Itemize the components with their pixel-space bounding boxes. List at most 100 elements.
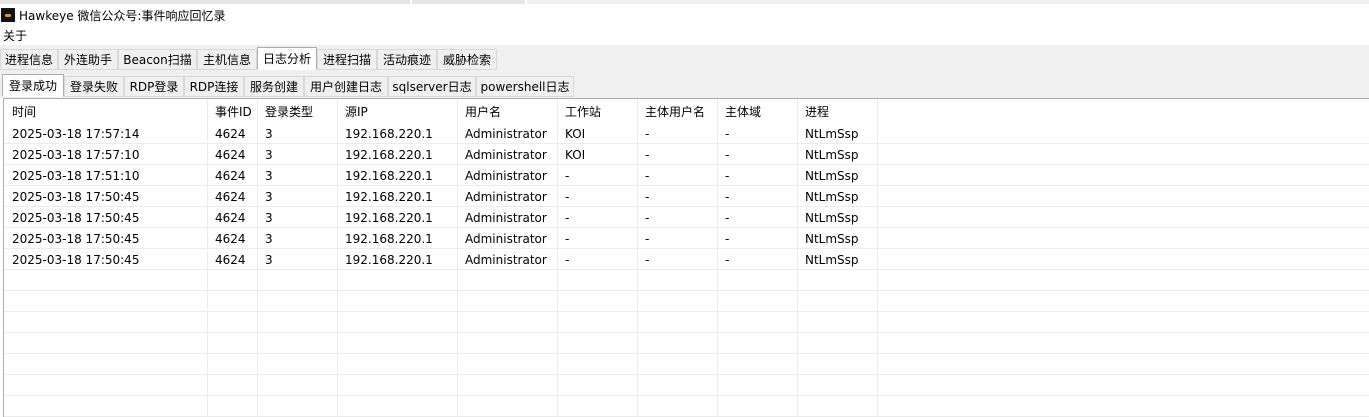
table-cell: - xyxy=(645,148,650,162)
table-cell: - xyxy=(725,253,730,267)
main-tab-6[interactable]: 活动痕迹 xyxy=(377,49,437,70)
table-cell: 4624 xyxy=(215,127,246,141)
table-cell: KOI xyxy=(565,127,586,141)
table-cell: 2025-03-18 17:57:10 xyxy=(12,148,140,162)
main-tab-1[interactable]: 外连助手 xyxy=(58,49,118,70)
sub-tab-bar: 登录成功 登录失败 RDP登录 RDP连接 服务创建 用户创建日志 sqlserver日志 p… xyxy=(0,72,1369,98)
row-gridline xyxy=(4,374,1369,375)
event-log-table[interactable]: 时间 事件ID 登录类型 源IP 用户名 工作站 主体用户名 主体域 进程 2025-03-18 … xyxy=(3,98,1369,417)
table-cell: - xyxy=(565,190,570,204)
table-cell: - xyxy=(725,148,730,162)
table-cell: 3 xyxy=(265,211,273,225)
row-gridline xyxy=(4,353,1369,354)
column-header[interactable]: 源IP xyxy=(345,103,368,120)
table-cell: - xyxy=(725,232,730,246)
column-header[interactable]: 时间 xyxy=(12,103,36,120)
main-tab-3[interactable]: 主机信息 xyxy=(197,49,257,70)
table-row[interactable]: 2025-03-18 17:50:45 4624 3 192.168.220.1 Adm… xyxy=(4,229,1369,250)
table-cell: NtLmSsp xyxy=(805,169,859,183)
table-cell: - xyxy=(725,211,730,225)
table-cell: 4624 xyxy=(215,253,246,267)
table-cell: Administrator xyxy=(465,169,547,183)
table-row[interactable]: 2025-03-18 17:51:10 4624 3 192.168.220.1 Adm… xyxy=(4,166,1369,187)
main-tab-4[interactable]: 日志分析 xyxy=(257,47,317,70)
table-cell: 192.168.220.1 xyxy=(345,232,433,246)
table-cell: - xyxy=(645,232,650,246)
table-cell: 3 xyxy=(265,169,273,183)
table-cell: - xyxy=(645,190,650,204)
table-cell: - xyxy=(645,211,650,225)
table-cell: Administrator xyxy=(465,211,547,225)
table-cell: 4624 xyxy=(215,211,246,225)
table-cell: 3 xyxy=(265,253,273,267)
table-cell: Administrator xyxy=(465,190,547,204)
table-row[interactable]: 2025-03-18 17:57:14 4624 3 192.168.220.1 Adm… xyxy=(4,124,1369,145)
table-cell: NtLmSsp xyxy=(805,127,859,141)
table-cell: 4624 xyxy=(215,232,246,246)
table-cell: 3 xyxy=(265,232,273,246)
column-header[interactable]: 工作站 xyxy=(565,103,601,120)
column-header[interactable]: 主体用户名 xyxy=(645,103,705,120)
table-cell: - xyxy=(565,211,570,225)
row-gridline xyxy=(4,395,1369,396)
column-header[interactable]: 用户名 xyxy=(465,103,501,120)
sub-tab-4[interactable]: 服务创建 xyxy=(244,76,304,97)
table-cell: 192.168.220.1 xyxy=(345,169,433,183)
sub-tab-3[interactable]: RDP连接 xyxy=(184,76,244,97)
table-cell: 192.168.220.1 xyxy=(345,148,433,162)
table-cell: - xyxy=(565,169,570,183)
table-cell: NtLmSsp xyxy=(805,232,859,246)
main-tab-2[interactable]: Beacon扫描 xyxy=(118,49,197,70)
table-cell: NtLmSsp xyxy=(805,253,859,267)
table-cell: 2025-03-18 17:50:45 xyxy=(12,253,140,267)
table-cell: Administrator xyxy=(465,148,547,162)
sub-tab-0[interactable]: 登录成功 xyxy=(2,74,64,97)
table-row[interactable]: 2025-03-18 17:50:45 4624 3 192.168.220.1 Adm… xyxy=(4,250,1369,271)
sub-tab-1[interactable]: 登录失败 xyxy=(64,76,124,97)
table-cell: 2025-03-18 17:57:14 xyxy=(12,127,140,141)
column-header[interactable]: 登录类型 xyxy=(265,103,313,120)
table-cell: 2025-03-18 17:50:45 xyxy=(12,232,140,246)
app-icon xyxy=(1,8,15,22)
table-cell: 2025-03-18 17:51:10 xyxy=(12,169,140,183)
table-row[interactable]: 2025-03-18 17:50:45 4624 3 192.168.220.1 Adm… xyxy=(4,187,1369,208)
table-cell: NtLmSsp xyxy=(805,211,859,225)
table-cell: - xyxy=(725,169,730,183)
column-header[interactable]: 事件ID xyxy=(215,103,252,120)
sub-tab-6[interactable]: sqlserver日志 xyxy=(388,76,476,97)
table-cell: 4624 xyxy=(215,148,246,162)
table-cell: 2025-03-18 17:50:45 xyxy=(12,190,140,204)
table-cell: - xyxy=(645,253,650,267)
table-cell: 192.168.220.1 xyxy=(345,211,433,225)
table-cell: - xyxy=(725,127,730,141)
table-row[interactable]: 2025-03-18 17:50:45 4624 3 192.168.220.1 Adm… xyxy=(4,208,1369,229)
table-cell: 192.168.220.1 xyxy=(345,253,433,267)
column-header[interactable]: 进程 xyxy=(805,103,829,120)
table-cell: Administrator xyxy=(465,127,547,141)
sub-tab-7[interactable]: powershell日志 xyxy=(476,76,574,97)
table-cell: 4624 xyxy=(215,190,246,204)
table-row[interactable]: 2025-03-18 17:57:10 4624 3 192.168.220.1 Adm… xyxy=(4,145,1369,166)
table-cell: NtLmSsp xyxy=(805,190,859,204)
main-tab-5[interactable]: 进程扫描 xyxy=(317,49,377,70)
main-tab-bar: 进程信息 外连助手 Beacon扫描 主机信息 日志分析 进程扫描 活动痕迹 威胁检索 xyxy=(0,45,1369,73)
window-title: Hawkeye 微信公众号:事件响应回忆录 xyxy=(19,8,226,23)
table-cell: NtLmSsp xyxy=(805,148,859,162)
table-cell: - xyxy=(725,190,730,204)
row-gridline xyxy=(4,311,1369,312)
table-cell: 192.168.220.1 xyxy=(345,127,433,141)
table-cell: 2025-03-18 17:50:45 xyxy=(12,211,140,225)
sub-tab-5[interactable]: 用户创建日志 xyxy=(304,76,388,97)
table-cell: 3 xyxy=(265,148,273,162)
table-cell: 3 xyxy=(265,190,273,204)
table-cell: KOI xyxy=(565,148,586,162)
menu-about[interactable]: 关于 xyxy=(3,27,27,44)
sub-tab-2[interactable]: RDP登录 xyxy=(124,76,184,97)
column-header[interactable]: 主体域 xyxy=(725,103,761,120)
menu-bar: 关于 xyxy=(0,26,1369,44)
table-cell: - xyxy=(565,253,570,267)
main-tab-0[interactable]: 进程信息 xyxy=(0,49,58,70)
main-tab-7[interactable]: 威胁检索 xyxy=(437,49,497,70)
title-bar: Hawkeye 微信公众号:事件响应回忆录 xyxy=(0,5,1369,25)
table-cell: - xyxy=(645,169,650,183)
